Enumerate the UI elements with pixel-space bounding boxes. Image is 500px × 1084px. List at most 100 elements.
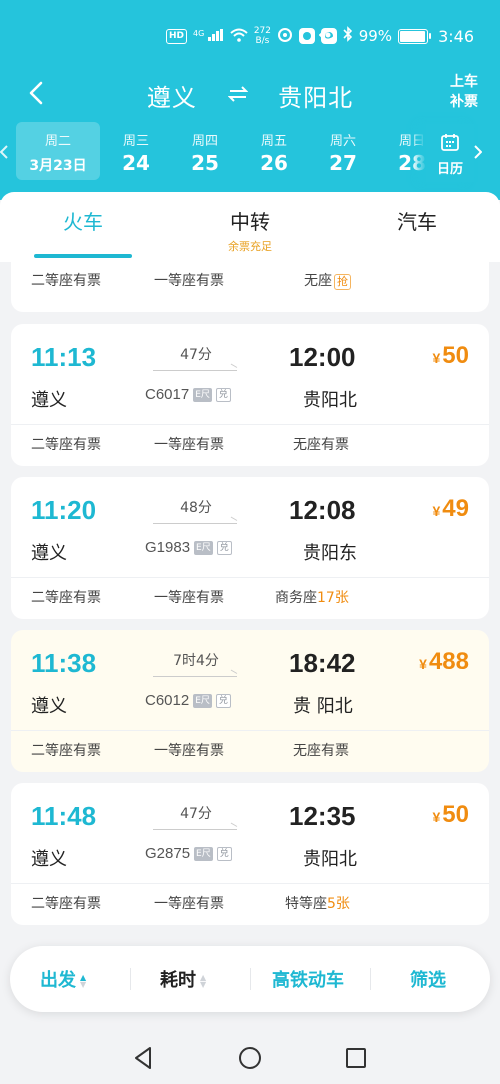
date-number: 27 <box>329 151 357 175</box>
filter-bar: 出发 ▲ ▼ 耗时 ▲ ▼ 高铁动车 筛选 <box>10 946 490 1012</box>
seat-standing: 无座有票 <box>293 743 349 759</box>
tab-label: 火车 <box>63 210 103 234</box>
divider <box>11 730 489 731</box>
date-weekday: 周六 <box>329 134 356 149</box>
price-value: 50 <box>442 801 469 828</box>
date-selector: 周二 3月23日 周三 24 周四 25 周五 26 周六 27 周日 28 日… <box>0 118 500 188</box>
tab-train[interactable]: 火车 <box>0 206 166 235</box>
route-title[interactable]: 遵义 贵阳北 <box>0 78 500 113</box>
triangle-back-icon <box>135 1047 151 1069</box>
train-card-partial[interactable]: 二等座有票 一等座有票 无座抢 <box>11 262 489 312</box>
seat-business-label: 商务座 <box>275 590 317 606</box>
origin-station[interactable]: 遵义 <box>147 78 197 113</box>
train-card[interactable]: 11:48 47分 12:35 ¥50 遵义 G2875 E尺 兑 贵阳北 二等… <box>11 783 489 925</box>
speed-value: 272 <box>253 26 271 36</box>
arrival-time: 12:08 <box>289 495 356 525</box>
train-card-highlighted[interactable]: 11:38 7时4分 18:42 ¥488 遵义 C6012 E尺 兑 贵 阳北… <box>11 630 489 772</box>
divider <box>11 883 489 884</box>
train-number-row: C6017 E尺 兑 <box>145 386 231 403</box>
nav-recents-button[interactable] <box>342 1044 370 1072</box>
date-item-1[interactable]: 周三 24 <box>104 122 168 180</box>
tab-transfer[interactable]: 中转 余票充足 <box>167 206 333 254</box>
date-weekday: 周三 <box>122 134 149 149</box>
date-weekday: 周五 <box>260 134 287 149</box>
app-notification-icon <box>277 27 293 46</box>
arrow-right-icon <box>153 676 237 677</box>
title-bar: 遵义 贵阳北 上车 补票 <box>0 72 500 120</box>
calendar-icon <box>426 132 474 156</box>
arrival-time: 18:42 <box>289 648 356 678</box>
seat-standing-label: 无座 <box>304 273 332 289</box>
seat-premium-class: 特等座5张 <box>285 893 350 913</box>
chevron-right-icon[interactable] <box>474 144 483 163</box>
calendar-button[interactable]: 日历 <box>426 124 474 182</box>
onboard-ticket-button[interactable]: 上车 补票 <box>450 72 478 112</box>
trip-duration: 48分 <box>180 500 212 516</box>
divider <box>370 968 371 990</box>
swap-icon[interactable] <box>227 83 248 108</box>
divider <box>130 968 131 990</box>
seat-first-class: 一等座有票 <box>154 437 224 453</box>
seat-business-class: 商务座17张 <box>275 587 349 607</box>
date-number: 26 <box>260 151 288 175</box>
train-number-row: C6012 E尺 兑 <box>145 692 231 709</box>
signal-icon: 4G <box>193 28 224 44</box>
high-speed-filter-button[interactable]: 高铁动车 <box>272 966 344 992</box>
date-item-0[interactable]: 周二 3月23日 <box>16 122 100 180</box>
ticket-price: ¥50 <box>433 342 470 370</box>
seat-first-class: 一等座有票 <box>154 273 224 289</box>
currency-symbol: ¥ <box>432 350 441 366</box>
divider <box>11 577 489 578</box>
e-ticket-badge: E尺 <box>194 540 213 555</box>
arrival-time: 12:00 <box>289 342 356 372</box>
tab-bus[interactable]: 汽车 <box>334 206 500 235</box>
arrival-station: 贵阳北 <box>303 390 357 411</box>
sort-departure-button[interactable]: 出发 ▲ ▼ <box>40 966 86 992</box>
date-item-2[interactable]: 周四 25 <box>173 122 237 180</box>
date-item-4[interactable]: 周六 27 <box>311 122 375 180</box>
departure-time: 11:13 <box>31 342 97 372</box>
train-card[interactable]: 11:13 47分 12:00 ¥50 遵义 C6017 E尺 兑 贵阳北 二等… <box>11 324 489 466</box>
seat-second-class: 二等座有票 <box>31 273 101 289</box>
square-recents-icon <box>346 1048 366 1068</box>
ticket-price: ¥50 <box>433 801 470 829</box>
nav-home-button[interactable] <box>236 1044 264 1072</box>
filter-button[interactable]: 筛选 <box>410 966 446 992</box>
grab-ticket-badge[interactable]: 抢 <box>334 274 351 290</box>
trip-duration: 47分 <box>180 806 212 822</box>
seat-second-class: 二等座有票 <box>31 743 101 759</box>
divider <box>250 968 251 990</box>
arrival-station: 贵 阳北 <box>293 696 353 717</box>
train-card[interactable]: 11:20 48分 12:08 ¥49 遵义 G1983 E尺 兑 贵阳东 二等… <box>11 477 489 619</box>
currency-symbol: ¥ <box>419 656 427 672</box>
network-type: 4G <box>193 28 205 38</box>
hd-indicator: HD <box>166 28 188 44</box>
train-number-row: G1983 E尺 兑 <box>145 539 232 556</box>
train-number: C6012 <box>145 692 190 709</box>
calendar-label: 日历 <box>436 162 463 177</box>
redeem-badge: 兑 <box>216 540 232 555</box>
seat-second-class: 二等座有票 <box>31 896 101 912</box>
departure-time: 11:48 <box>31 801 97 831</box>
circle-home-icon <box>239 1047 261 1069</box>
sort-arrows-icon: ▲ ▼ <box>80 973 87 989</box>
date-weekday: 周二 <box>44 134 71 149</box>
date-number: 24 <box>122 151 150 175</box>
price-value: 488 <box>428 648 469 675</box>
date-item-3[interactable]: 周五 26 <box>242 122 306 180</box>
destination-station[interactable]: 贵阳北 <box>278 78 353 113</box>
ticket-price: ¥49 <box>433 495 470 523</box>
departure-station: 遵义 <box>31 390 67 411</box>
train-number: C6017 <box>145 386 190 403</box>
train-list[interactable]: 二等座有票 一等座有票 无座抢 11:13 47分 12:00 ¥50 遵义 C… <box>0 262 500 932</box>
arrow-right-icon <box>153 370 237 371</box>
seat-standing: 无座有票 <box>293 437 349 453</box>
seat-premium-label: 特等座 <box>285 896 327 912</box>
arrival-time: 12:35 <box>289 801 356 831</box>
arrival-station: 贵阳北 <box>303 849 357 870</box>
train-number: G1983 <box>145 539 191 556</box>
system-nav-bar <box>0 1030 500 1084</box>
sort-duration-button[interactable]: 耗时 ▲ ▼ <box>160 966 206 992</box>
tab-label: 中转 <box>230 210 270 234</box>
nav-back-button[interactable] <box>130 1044 158 1072</box>
